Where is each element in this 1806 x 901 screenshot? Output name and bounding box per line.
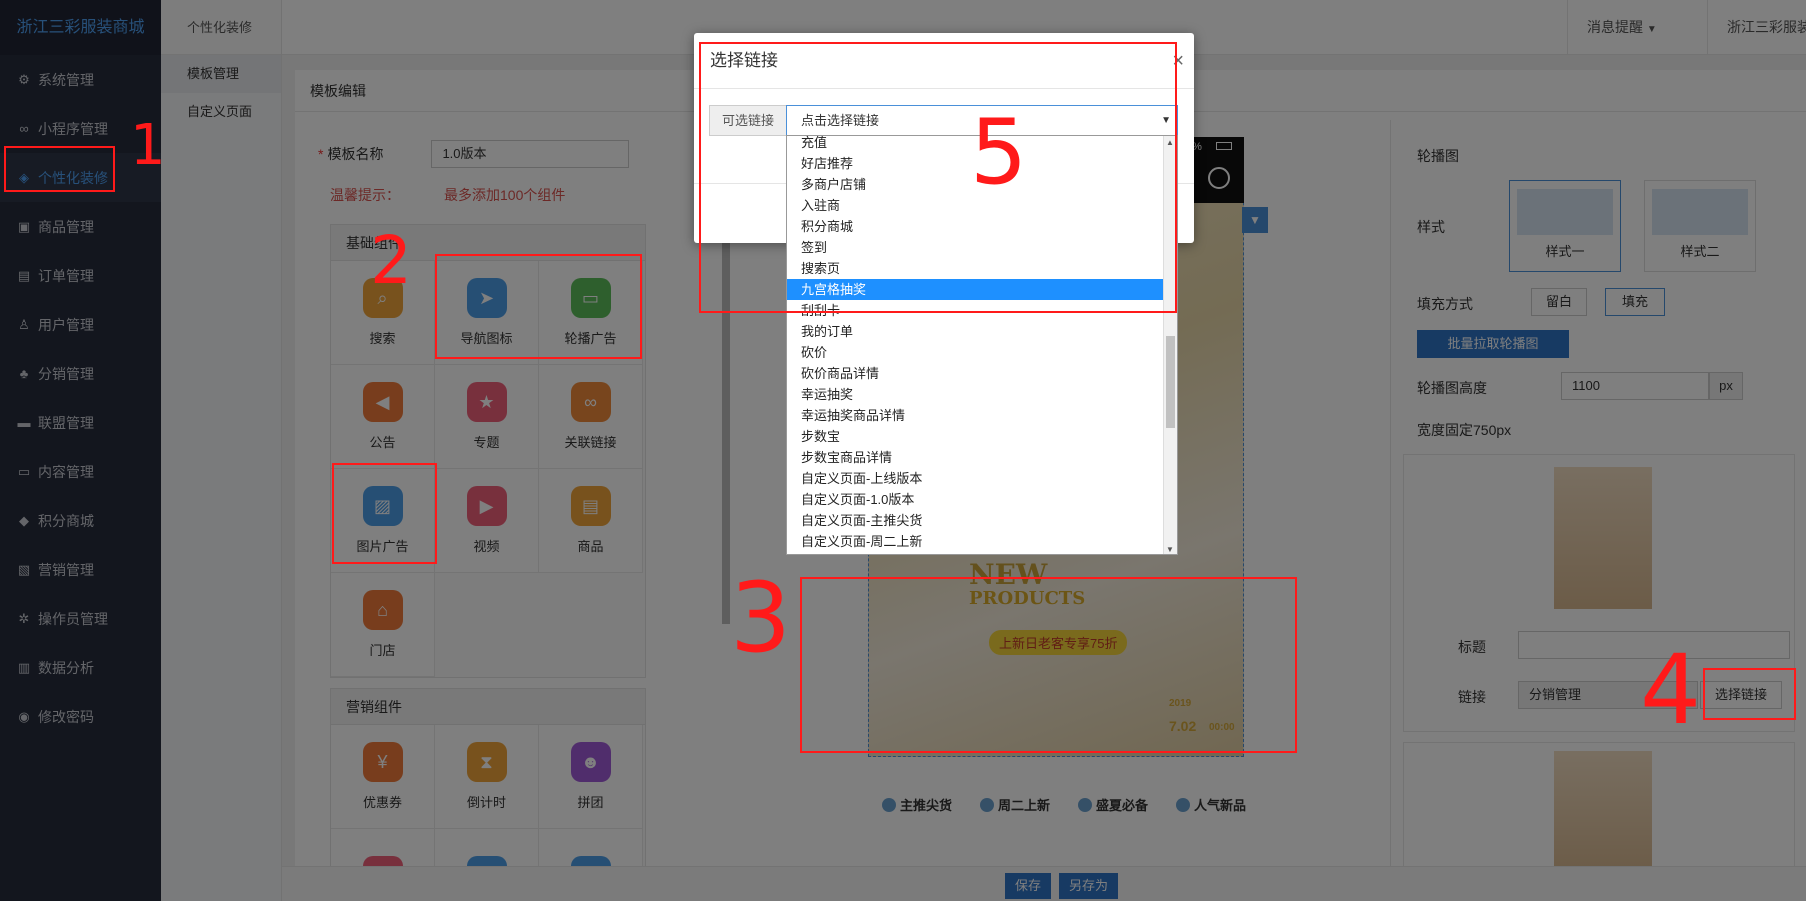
annotation-number-4: 4	[1640, 634, 1702, 746]
annotation-number-3: 3	[730, 562, 792, 674]
link-option[interactable]: 自定义页面-上线版本	[787, 468, 1165, 489]
annotation-number-2: 2	[370, 222, 412, 299]
annotation-box-4	[1703, 668, 1796, 720]
link-option[interactable]: 步数宝	[787, 426, 1165, 447]
annotation-number-1: 1	[130, 113, 166, 178]
annotation-box-1	[4, 146, 115, 192]
annotation-box-3	[800, 577, 1297, 753]
link-option[interactable]: 自定义页面-1.0版本	[787, 489, 1165, 510]
scroll-down-icon[interactable]: ▼	[1166, 545, 1174, 554]
annotation-box-2b	[332, 463, 437, 564]
link-option[interactable]: 幸运抽奖商品详情	[787, 405, 1165, 426]
link-option[interactable]: 自定义页面-周二上新	[787, 531, 1165, 552]
link-option[interactable]: 步数宝商品详情	[787, 447, 1165, 468]
link-option[interactable]: 自定义页面-主推尖货	[787, 510, 1165, 531]
link-option[interactable]: 幸运抽奖	[787, 384, 1165, 405]
annotation-box-2	[435, 254, 642, 359]
link-option[interactable]: 砍价商品详情	[787, 363, 1165, 384]
link-option[interactable]: 砍价	[787, 342, 1165, 363]
annotation-box-5	[699, 42, 1177, 313]
link-option[interactable]: 我的订单	[787, 321, 1165, 342]
scrollbar-thumb[interactable]	[1166, 336, 1175, 428]
annotation-number-5: 5	[970, 100, 1028, 205]
